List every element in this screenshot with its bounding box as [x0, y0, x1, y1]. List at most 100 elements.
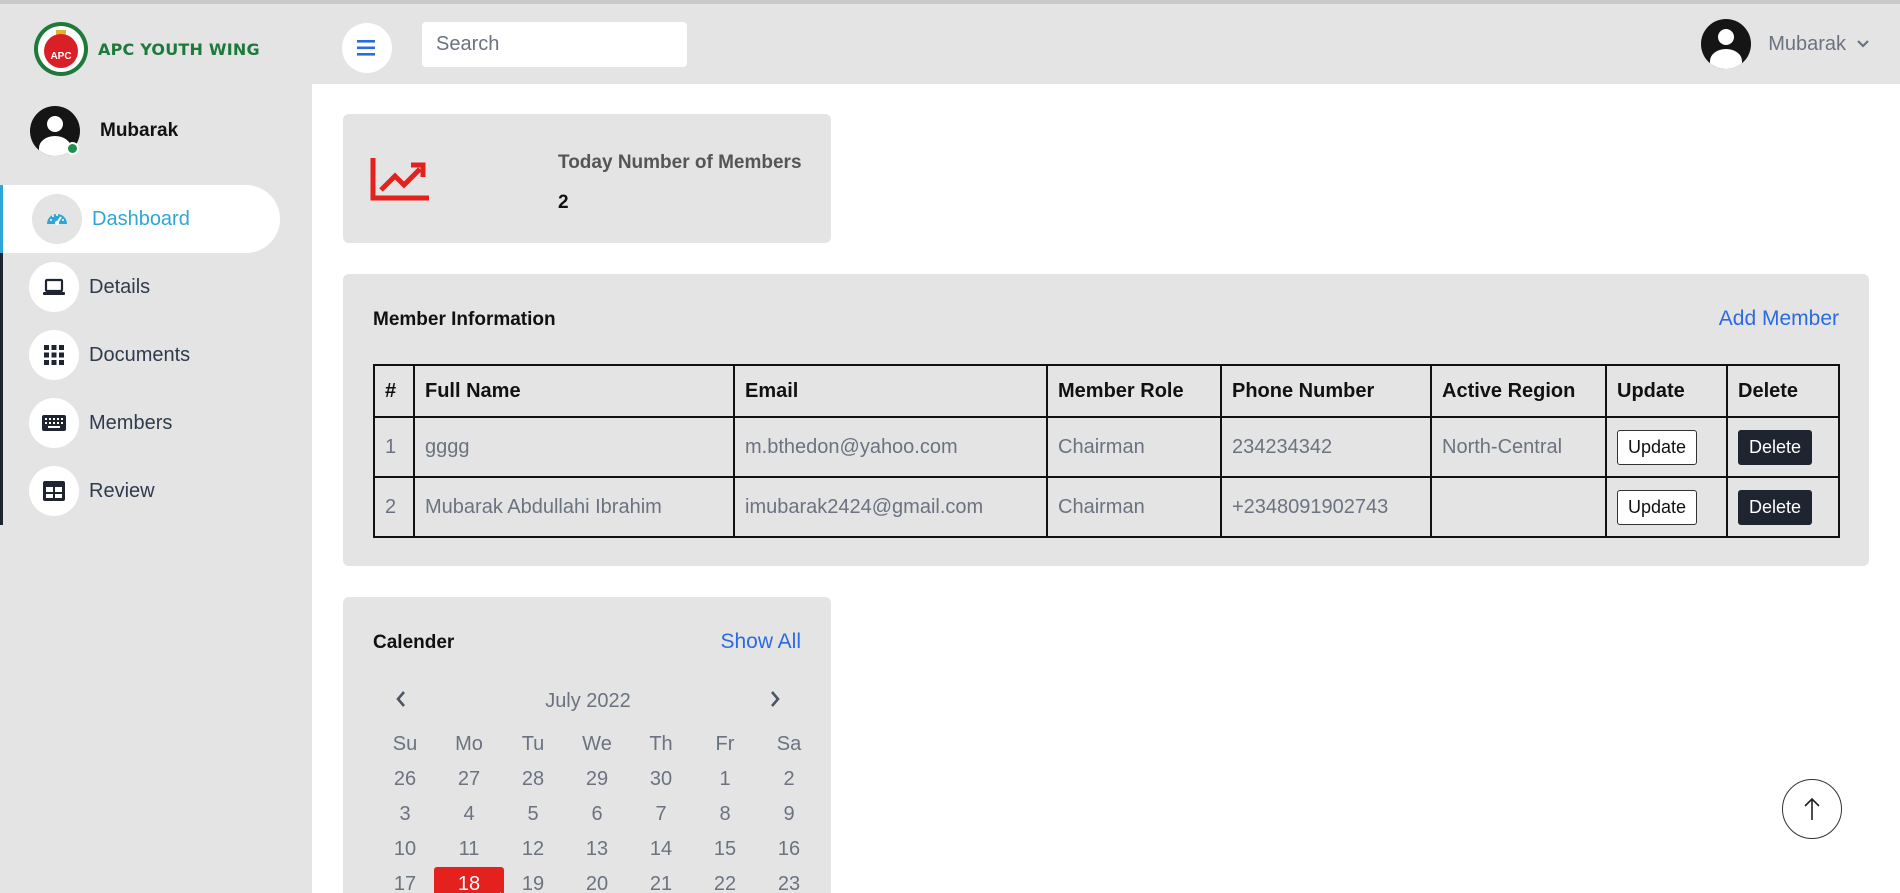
trending-up-icon: [369, 156, 431, 209]
sidebar-item-label: Review: [89, 479, 155, 502]
cell-delete: Delete: [1726, 476, 1840, 538]
top-header: Mubarak: [312, 4, 1900, 84]
table-row: 1 gggg m.bthedon@yahoo.com Chairman 2342…: [373, 416, 1840, 478]
cell-number: 1: [373, 416, 415, 478]
member-information-card: Member Information Add Member # Full Nam…: [343, 274, 1869, 566]
calendar-day-selected[interactable]: 18: [434, 867, 504, 893]
update-button[interactable]: Update: [1617, 489, 1698, 525]
calendar-day[interactable]: 27: [437, 768, 501, 791]
calendar-day[interactable]: 19: [501, 873, 565, 893]
cell-update: Update: [1605, 476, 1728, 538]
calendar-day[interactable]: 26: [373, 768, 437, 791]
calendar-week-row: 26 27 28 29 30 1 2: [373, 762, 821, 797]
chevron-left-icon[interactable]: [373, 690, 407, 713]
weekday-label: Mo: [455, 733, 483, 755]
weekday-label: Sa: [776, 733, 802, 755]
update-button[interactable]: Update: [1617, 429, 1698, 465]
calendar-grid: Su Mo Tu We Th Fr Sa 26 27 28 29 30 1 2 …: [373, 727, 821, 893]
user-menu[interactable]: Mubarak: [1701, 19, 1870, 69]
cell-phone: +2348091902743: [1220, 476, 1432, 538]
calendar-day[interactable]: 13: [565, 838, 629, 861]
calendar-day[interactable]: 30: [629, 768, 693, 791]
chevron-right-icon[interactable]: [769, 690, 803, 713]
stat-label: Today Number of Members: [558, 152, 802, 173]
calendar-week-row: 3 4 5 6 7 8 9: [373, 797, 821, 832]
calendar-month[interactable]: July 2022: [545, 690, 631, 713]
calendar-day[interactable]: 3: [373, 803, 437, 826]
sidebar-item-documents[interactable]: Documents: [3, 321, 312, 389]
members-table: # Full Name Email Member Role Phone Numb…: [373, 364, 1840, 538]
calendar-day[interactable]: 11: [437, 838, 501, 861]
menu-toggle-button[interactable]: [342, 23, 392, 73]
calendar-day[interactable]: 1: [693, 768, 757, 791]
cell-region: [1430, 476, 1607, 538]
sidebar-item-details[interactable]: Details: [3, 253, 312, 321]
show-all-link[interactable]: Show All: [720, 630, 801, 654]
cell-update: Update: [1605, 416, 1728, 478]
calendar-card: Calender Show All July 2022 Su Mo Tu We …: [343, 597, 831, 893]
brand-logo[interactable]: APC APC YOUTH WING: [34, 22, 260, 76]
calendar-day[interactable]: 7: [629, 803, 693, 826]
brand-name: APC YOUTH WING: [98, 39, 260, 59]
online-status-dot: [66, 142, 79, 155]
calendar-week-row: 10 11 12 13 14 15 16: [373, 832, 821, 867]
delete-button[interactable]: Delete: [1738, 429, 1813, 465]
members-stat-card: Today Number of Members 2: [343, 114, 831, 243]
calendar-day[interactable]: 9: [757, 803, 821, 826]
column-header: Delete: [1726, 364, 1840, 418]
weekday-label: Su: [392, 733, 418, 755]
calendar-day[interactable]: 17: [373, 873, 437, 893]
sidebar-item-label: Dashboard: [92, 207, 190, 230]
column-header: Full Name: [413, 364, 735, 418]
add-member-link[interactable]: Add Member: [1719, 307, 1839, 331]
calendar-day[interactable]: 15: [693, 838, 757, 861]
weekday-label: Tu: [521, 733, 545, 755]
weekday-label: Fr: [715, 733, 735, 755]
calendar-day[interactable]: 28: [501, 768, 565, 791]
table-icon: [29, 466, 79, 516]
arrow-up-icon: [1804, 797, 1820, 820]
cell-phone: 234234342: [1220, 416, 1432, 478]
header-user-name: Mubarak: [1768, 32, 1846, 55]
card-title: Calender: [373, 632, 455, 653]
chevron-down-icon: [1857, 40, 1869, 48]
calendar-week-row: 17 18 19 20 21 22 23: [373, 867, 821, 893]
column-header: Phone Number: [1220, 364, 1432, 418]
weekday-label: Th: [649, 733, 673, 755]
calendar-day[interactable]: 10: [373, 838, 437, 861]
calendar-day[interactable]: 4: [437, 803, 501, 826]
laptop-icon: [29, 262, 79, 312]
cell-email: m.bthedon@yahoo.com: [733, 416, 1048, 478]
column-header: Member Role: [1046, 364, 1222, 418]
hamburger-icon: [357, 40, 375, 56]
cell-region: North-Central: [1430, 416, 1607, 478]
sidebar-item-members[interactable]: Members: [3, 389, 312, 457]
sidebar-item-label: Documents: [89, 343, 191, 366]
calendar-day[interactable]: 2: [757, 768, 821, 791]
calendar-day[interactable]: 6: [565, 803, 629, 826]
sidebar-user: Mubarak: [30, 106, 178, 156]
calendar-day[interactable]: 21: [629, 873, 693, 893]
calendar-day[interactable]: 16: [757, 838, 821, 861]
sidebar-nav: Dashboard Details Documents Members Revi…: [0, 185, 312, 525]
calendar-day[interactable]: 14: [629, 838, 693, 861]
cell-role: Chairman: [1046, 476, 1222, 538]
sidebar-item-review[interactable]: Review: [3, 457, 312, 525]
calendar-day[interactable]: 5: [501, 803, 565, 826]
calendar-day[interactable]: 12: [501, 838, 565, 861]
calendar-day[interactable]: 23: [757, 873, 821, 893]
sidebar-item-label: Details: [89, 275, 151, 298]
calendar-day[interactable]: 8: [693, 803, 757, 826]
table-header-row: # Full Name Email Member Role Phone Numb…: [373, 364, 1840, 418]
calendar-weekday-row: Su Mo Tu We Th Fr Sa: [373, 727, 821, 762]
delete-button[interactable]: Delete: [1738, 489, 1813, 525]
calendar-day[interactable]: 29: [565, 768, 629, 791]
search-input[interactable]: [422, 22, 687, 67]
calendar-nav: July 2022: [373, 690, 803, 713]
sidebar-item-dashboard[interactable]: Dashboard: [0, 185, 280, 253]
calendar-day[interactable]: 20: [565, 873, 629, 893]
scroll-to-top-button[interactable]: [1782, 779, 1842, 839]
column-header: #: [373, 364, 415, 418]
calendar-day[interactable]: 22: [693, 873, 757, 893]
cell-email: imubarak2424@gmail.com: [733, 476, 1048, 538]
